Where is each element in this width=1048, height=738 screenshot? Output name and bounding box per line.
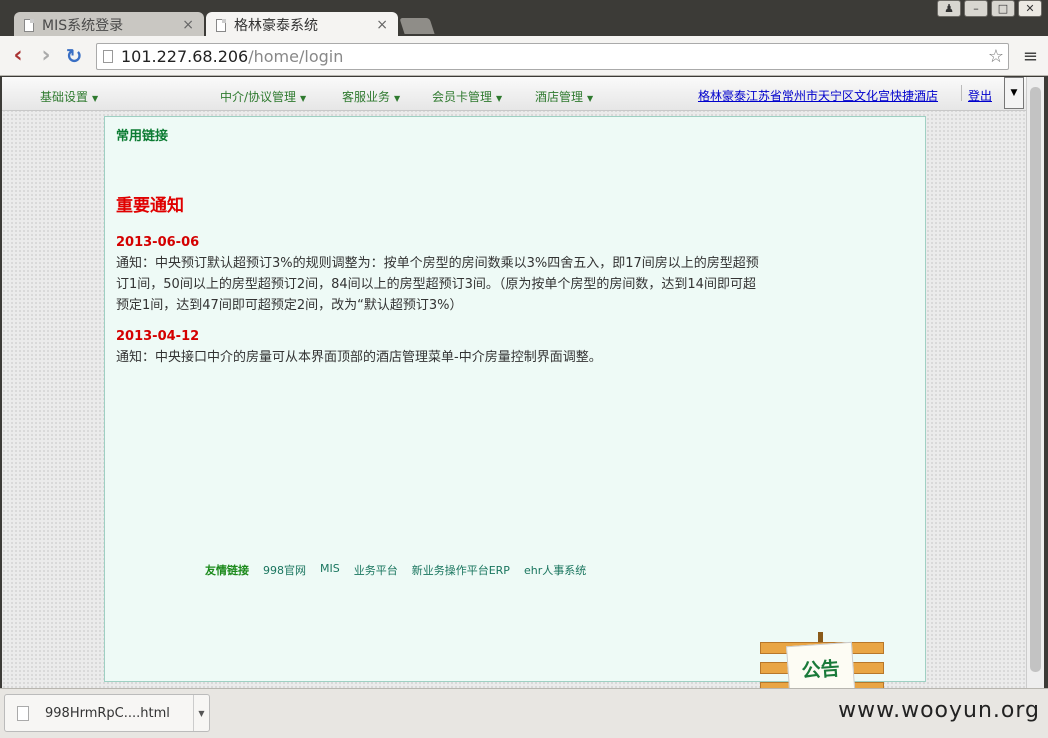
caret-down-icon: ▼ [587,94,594,103]
back-icon[interactable]: ‹ [4,43,32,68]
board-label: 公告 [800,657,841,683]
notice-text: 通知：中央预订默认超预订3%的规则调整为：按单个房型的房间数乘以3%四舍五入，即… [116,256,759,313]
caret-down-icon: ▼ [394,94,401,103]
caret-down-icon: ▼ [300,94,307,103]
new-tab-button[interactable] [399,18,435,34]
friend-link-business-platform[interactable]: 业务平台 [354,562,398,578]
url-host: 101.227.68.206 [121,47,249,66]
menu-label: 酒店管理 [535,90,584,104]
friend-link-998[interactable]: 998官网 [263,562,306,578]
menu-label: 会员卡管理 [432,90,493,104]
watermark: www.wooyun.org [838,698,1040,723]
tab-mis-login[interactable]: MIS系统登录 × [14,12,204,38]
chevron-down-icon[interactable]: ▼ [193,695,209,731]
notice-date: 2013-04-12 [116,329,200,344]
friend-link-mis[interactable]: MIS [320,562,340,578]
friend-links: 友情链接 998官网 MIS 业务平台 新业务操作平台ERP ehr人事系统 [205,562,586,578]
caret-down-icon: ▼ [92,94,99,103]
page-icon [103,50,113,63]
maximize-button[interactable]: □ [991,0,1015,17]
notice-heading: 重要通知 [116,196,184,216]
tab-green-tree-system[interactable]: 格林豪泰系统 × [206,12,398,38]
tab-close-icon[interactable]: × [376,17,388,33]
minimize-button[interactable]: – [964,0,988,17]
tab-close-icon[interactable]: × [182,17,194,33]
page-icon [24,18,34,32]
page-viewport: 基础设置 ▼ 中介/协议管理 ▼ 客服业务 ▼ 会员卡管理 ▼ 酒店管理 ▼ 格林豪泰江苏… [2,77,1026,688]
menu-icon[interactable]: ≡ [1023,46,1038,67]
menu-label: 客服业务 [342,90,391,104]
main-panel: 常用链接 重要通知 2013-06-06 通知：中央预订默认超预订3%的规则调整… [104,116,926,688]
download-filename: 998HrmRpC....html [45,705,170,721]
board-pin-icon [818,632,823,642]
close-window-button[interactable]: ✕ [1018,0,1042,17]
announcement-board[interactable]: 公告 [760,632,884,688]
download-item[interactable]: 998HrmRpC....html ▼ [4,694,210,732]
menu-customer-service[interactable]: 客服业务 ▼ [342,88,400,105]
menu-agent-agreement[interactable]: 中介/协议管理 ▼ [220,88,306,105]
caret-down-icon: ▼ [496,94,503,103]
browser-toolbar: ‹ › ↻ 101.227.68.206/home/login ☆ ≡ [0,36,1048,76]
hotel-name-link[interactable]: 格林豪泰江苏省常州市天宁区文化宫快捷酒店 [698,87,938,104]
friend-links-label: 友情链接 [205,564,249,577]
tab-title: MIS系统登录 [42,18,124,34]
dropdown-toggle-icon[interactable]: ▼ [1004,77,1024,109]
site-menubar: 基础设置 ▼ 中介/协议管理 ▼ 客服业务 ▼ 会员卡管理 ▼ 酒店管理 ▼ 格林豪泰江苏… [2,77,1026,111]
notice-text: 通知：中央接口中介的房量可从本界面顶部的酒店管理菜单-中介房量控制界面调整。 [116,350,602,365]
profile-icon[interactable]: ♟ [937,0,961,17]
board-paper: 公告 [785,641,857,688]
file-icon [17,705,29,721]
bookmark-star-icon[interactable]: ☆ [988,46,1004,67]
menu-label: 基础设置 [40,90,89,104]
quick-links-heading: 常用链接 [116,129,169,144]
menu-hotel-management[interactable]: 酒店管理 ▼ [535,88,593,105]
reload-icon[interactable]: ↻ [60,44,88,68]
page-icon [216,18,226,32]
notice-date: 2013-06-06 [116,235,200,250]
vertical-scrollbar[interactable] [1026,77,1044,688]
forward-icon[interactable]: › [32,43,60,68]
window-controls: ♟ – □ ✕ [937,0,1042,17]
friend-link-erp[interactable]: 新业务操作平台ERP [412,562,510,578]
download-shelf: 998HrmRpC....html ▼ www.wooyun.org [0,688,1048,738]
tab-title: 格林豪泰系统 [234,18,318,34]
logout-link[interactable]: 登出 [968,87,992,104]
url-path: /home/login [248,47,344,66]
address-bar[interactable]: 101.227.68.206/home/login ☆ [96,43,1009,70]
menu-label: 中介/协议管理 [220,90,297,104]
tab-strip: MIS系统登录 × 格林豪泰系统 × ♟ – □ ✕ [0,0,1048,38]
menu-member-card[interactable]: 会员卡管理 ▼ [432,88,502,105]
friend-link-ehr[interactable]: ehr人事系统 [524,562,586,578]
menu-basic-settings[interactable]: 基础设置 ▼ [40,88,98,105]
menu-separator [961,85,962,101]
scrollbar-thumb[interactable] [1030,87,1041,672]
